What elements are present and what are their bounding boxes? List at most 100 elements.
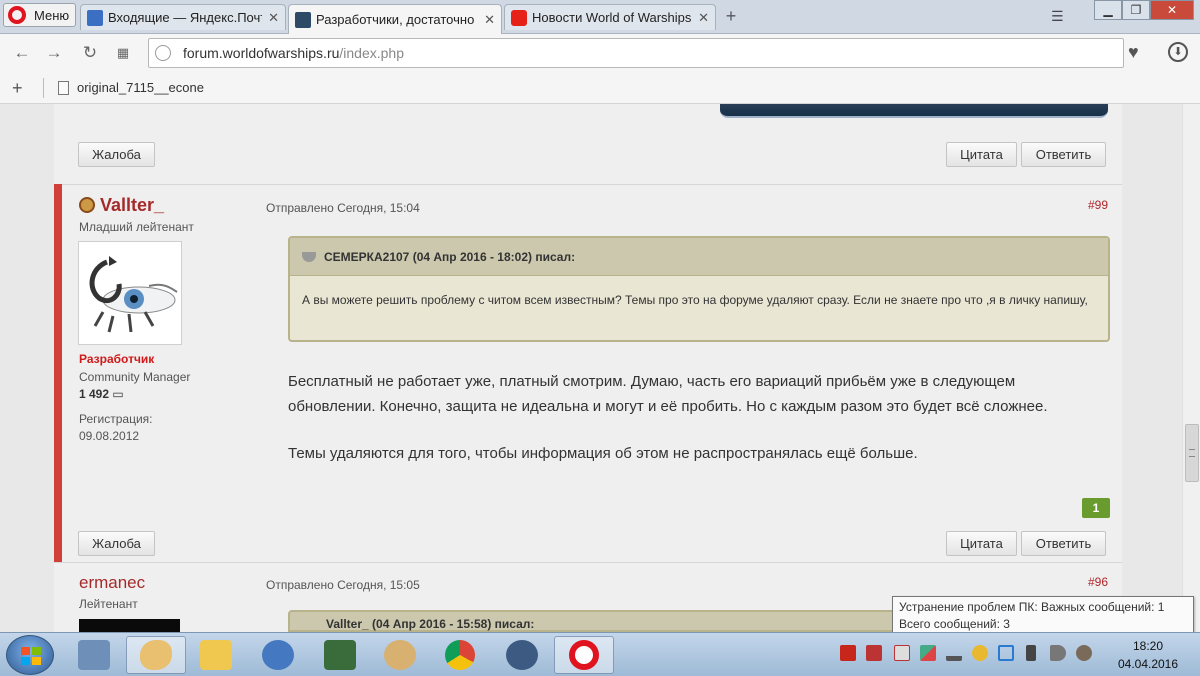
post-separator (54, 562, 1122, 563)
opera-icon (569, 640, 599, 670)
author-rank: Младший лейтенант (79, 220, 194, 234)
quote-header: СЕМЕРКА2107 (04 Апр 2016 - 18:02) писал: (290, 238, 1108, 276)
tab-title: Разработчики, достаточно (316, 12, 475, 27)
paint-icon (140, 640, 172, 670)
post-date: Отправлено Сегодня, 15:05 (266, 578, 420, 592)
youtube-icon (511, 9, 527, 26)
author-name: Vallter_ (100, 195, 165, 215)
post-number-link[interactable]: #99 (1088, 198, 1108, 212)
taskbar-opera[interactable] (554, 636, 614, 674)
developer-post-marker (54, 184, 62, 562)
globe-icon (155, 45, 171, 61)
post-separator (54, 184, 1122, 185)
volume-icon[interactable] (1050, 645, 1066, 661)
taskbar-clock[interactable]: 18:20 04.04.2016 (1110, 637, 1186, 673)
signature-banner (720, 104, 1108, 118)
teamspeak-icon (506, 640, 538, 670)
reg-date: 09.08.2012 (79, 429, 140, 443)
url-path: /index.php (339, 45, 404, 61)
pdf-tool-icon[interactable] (866, 645, 882, 661)
url-host: forum.worldofwarships.ru (183, 45, 340, 61)
restore-icon[interactable]: ❐ (1122, 0, 1150, 20)
url-field[interactable]: forum.worldofwarships.ru/index.php (148, 38, 1124, 68)
bookmarks-bar: + original_7115__econe (0, 72, 1200, 104)
new-tab-icon[interactable]: + (722, 7, 740, 25)
quote-button[interactable]: Цитата (946, 531, 1017, 556)
taskbar-explorer[interactable] (186, 636, 246, 674)
tab-title: Входящие — Яндекс.Почта (108, 10, 263, 25)
quote-icon (302, 251, 316, 262)
report-button[interactable]: Жалоба (78, 531, 155, 556)
speed-dial-icon[interactable]: ▦ (113, 43, 133, 63)
grip-icon (1189, 449, 1195, 457)
forum-page: Жалоба Цитата Ответить Vallter_ Младший … (0, 104, 1182, 632)
reply-button[interactable]: Ответить (1021, 531, 1106, 556)
quote-button[interactable]: Цитата (946, 142, 1017, 167)
folder-icon (200, 640, 232, 670)
post-author[interactable]: ermanec (79, 573, 145, 593)
reload-icon[interactable]: ↻ (80, 43, 100, 63)
taskbar-chrome[interactable] (430, 636, 490, 674)
power-icon[interactable] (1026, 645, 1036, 661)
tab-yandex-mail[interactable]: Входящие — Яндекс.Почта ✕ (80, 4, 286, 30)
taskbar-network[interactable] (370, 636, 430, 674)
forward-icon[interactable]: → (44, 43, 64, 63)
globe-hands-icon (384, 640, 416, 670)
keyboard-icon (78, 640, 110, 670)
tab-close-icon[interactable]: ✕ (698, 10, 709, 26)
tab-menu-icon[interactable]: ☰ (1051, 8, 1064, 25)
bookmark-item[interactable]: original_7115__econe (58, 80, 204, 95)
page-scrollbar[interactable] (1182, 104, 1200, 632)
author-group: Разработчик (79, 352, 155, 366)
action-center-tooltip: Устранение проблем ПК: Важных сообщений:… (892, 596, 1194, 633)
report-button[interactable]: Жалоба (78, 142, 155, 167)
monitor-icon (324, 640, 356, 670)
post-count-value: 1 492 (79, 387, 110, 401)
bookmark-label: original_7115__econe (77, 80, 204, 95)
bookmark-divider (43, 78, 44, 98)
windows-taskbar: 18:20 04.04.2016 (0, 632, 1200, 676)
taskbar-paint[interactable] (126, 636, 186, 674)
bookmark-heart-icon[interactable]: ♥ (1128, 42, 1139, 63)
post-number-link[interactable]: #96 (1088, 575, 1108, 589)
tooltip-line-2: Всего сообщений: 3 (899, 617, 1010, 631)
add-bookmark-icon[interactable]: + (12, 78, 23, 99)
scrollbar-thumb[interactable] (1185, 424, 1199, 482)
mail-icon (87, 9, 103, 26)
tab-youtube-news[interactable]: Новости World of Warships ✕ (504, 4, 716, 30)
tab-forum[interactable]: Разработчики, достаточно ✕ (288, 4, 502, 34)
taskbar-keyboard[interactable] (64, 636, 124, 674)
document-icon (58, 80, 69, 95)
network-icon[interactable] (1076, 645, 1092, 661)
taskbar-teamspeak[interactable] (492, 636, 552, 674)
browser-tab-bar: Меню Входящие — Яндекс.Почта ✕ Разработч… (0, 0, 1200, 34)
reply-button[interactable]: Ответить (1021, 142, 1106, 167)
back-icon[interactable]: ← (12, 43, 32, 63)
windows-logo-icon (21, 647, 41, 665)
close-window-icon[interactable]: ✕ (1150, 0, 1194, 20)
quote-text: А вы можете решить проблему с читом всем… (302, 293, 1088, 307)
reputation-badge[interactable]: 1 (1082, 498, 1110, 518)
flag-error-icon[interactable] (894, 645, 910, 661)
menu-label: Меню (34, 7, 70, 23)
avatar[interactable] (79, 619, 180, 632)
clock-date: 04.04.2016 (1117, 657, 1179, 671)
acrobat-icon[interactable] (840, 645, 856, 661)
taskbar-security[interactable] (248, 636, 308, 674)
avatar-tray-icon[interactable] (972, 645, 988, 661)
quote-block: СЕМЕРКА2107 (04 Апр 2016 - 18:02) писал:… (288, 236, 1110, 342)
minimize-icon[interactable]: ▁ (1094, 0, 1122, 20)
avatar[interactable] (78, 241, 182, 345)
taskbar-monitor[interactable] (310, 636, 370, 674)
download-icon[interactable]: ⬇ (1168, 42, 1188, 62)
tab-close-icon[interactable]: ✕ (484, 12, 495, 28)
post-paragraph-1: Бесплатный не работает уже, платный смот… (288, 373, 1048, 415)
opera-menu-button[interactable]: Меню (3, 3, 76, 27)
tab-close-icon[interactable]: ✕ (268, 10, 279, 26)
app-tray-icon[interactable] (920, 645, 936, 661)
clock-time: 18:20 (1132, 639, 1164, 653)
capture-icon[interactable] (998, 645, 1014, 661)
start-button[interactable] (6, 635, 54, 675)
signal-icon[interactable] (946, 645, 962, 661)
post-author[interactable]: Vallter_ (79, 195, 164, 216)
